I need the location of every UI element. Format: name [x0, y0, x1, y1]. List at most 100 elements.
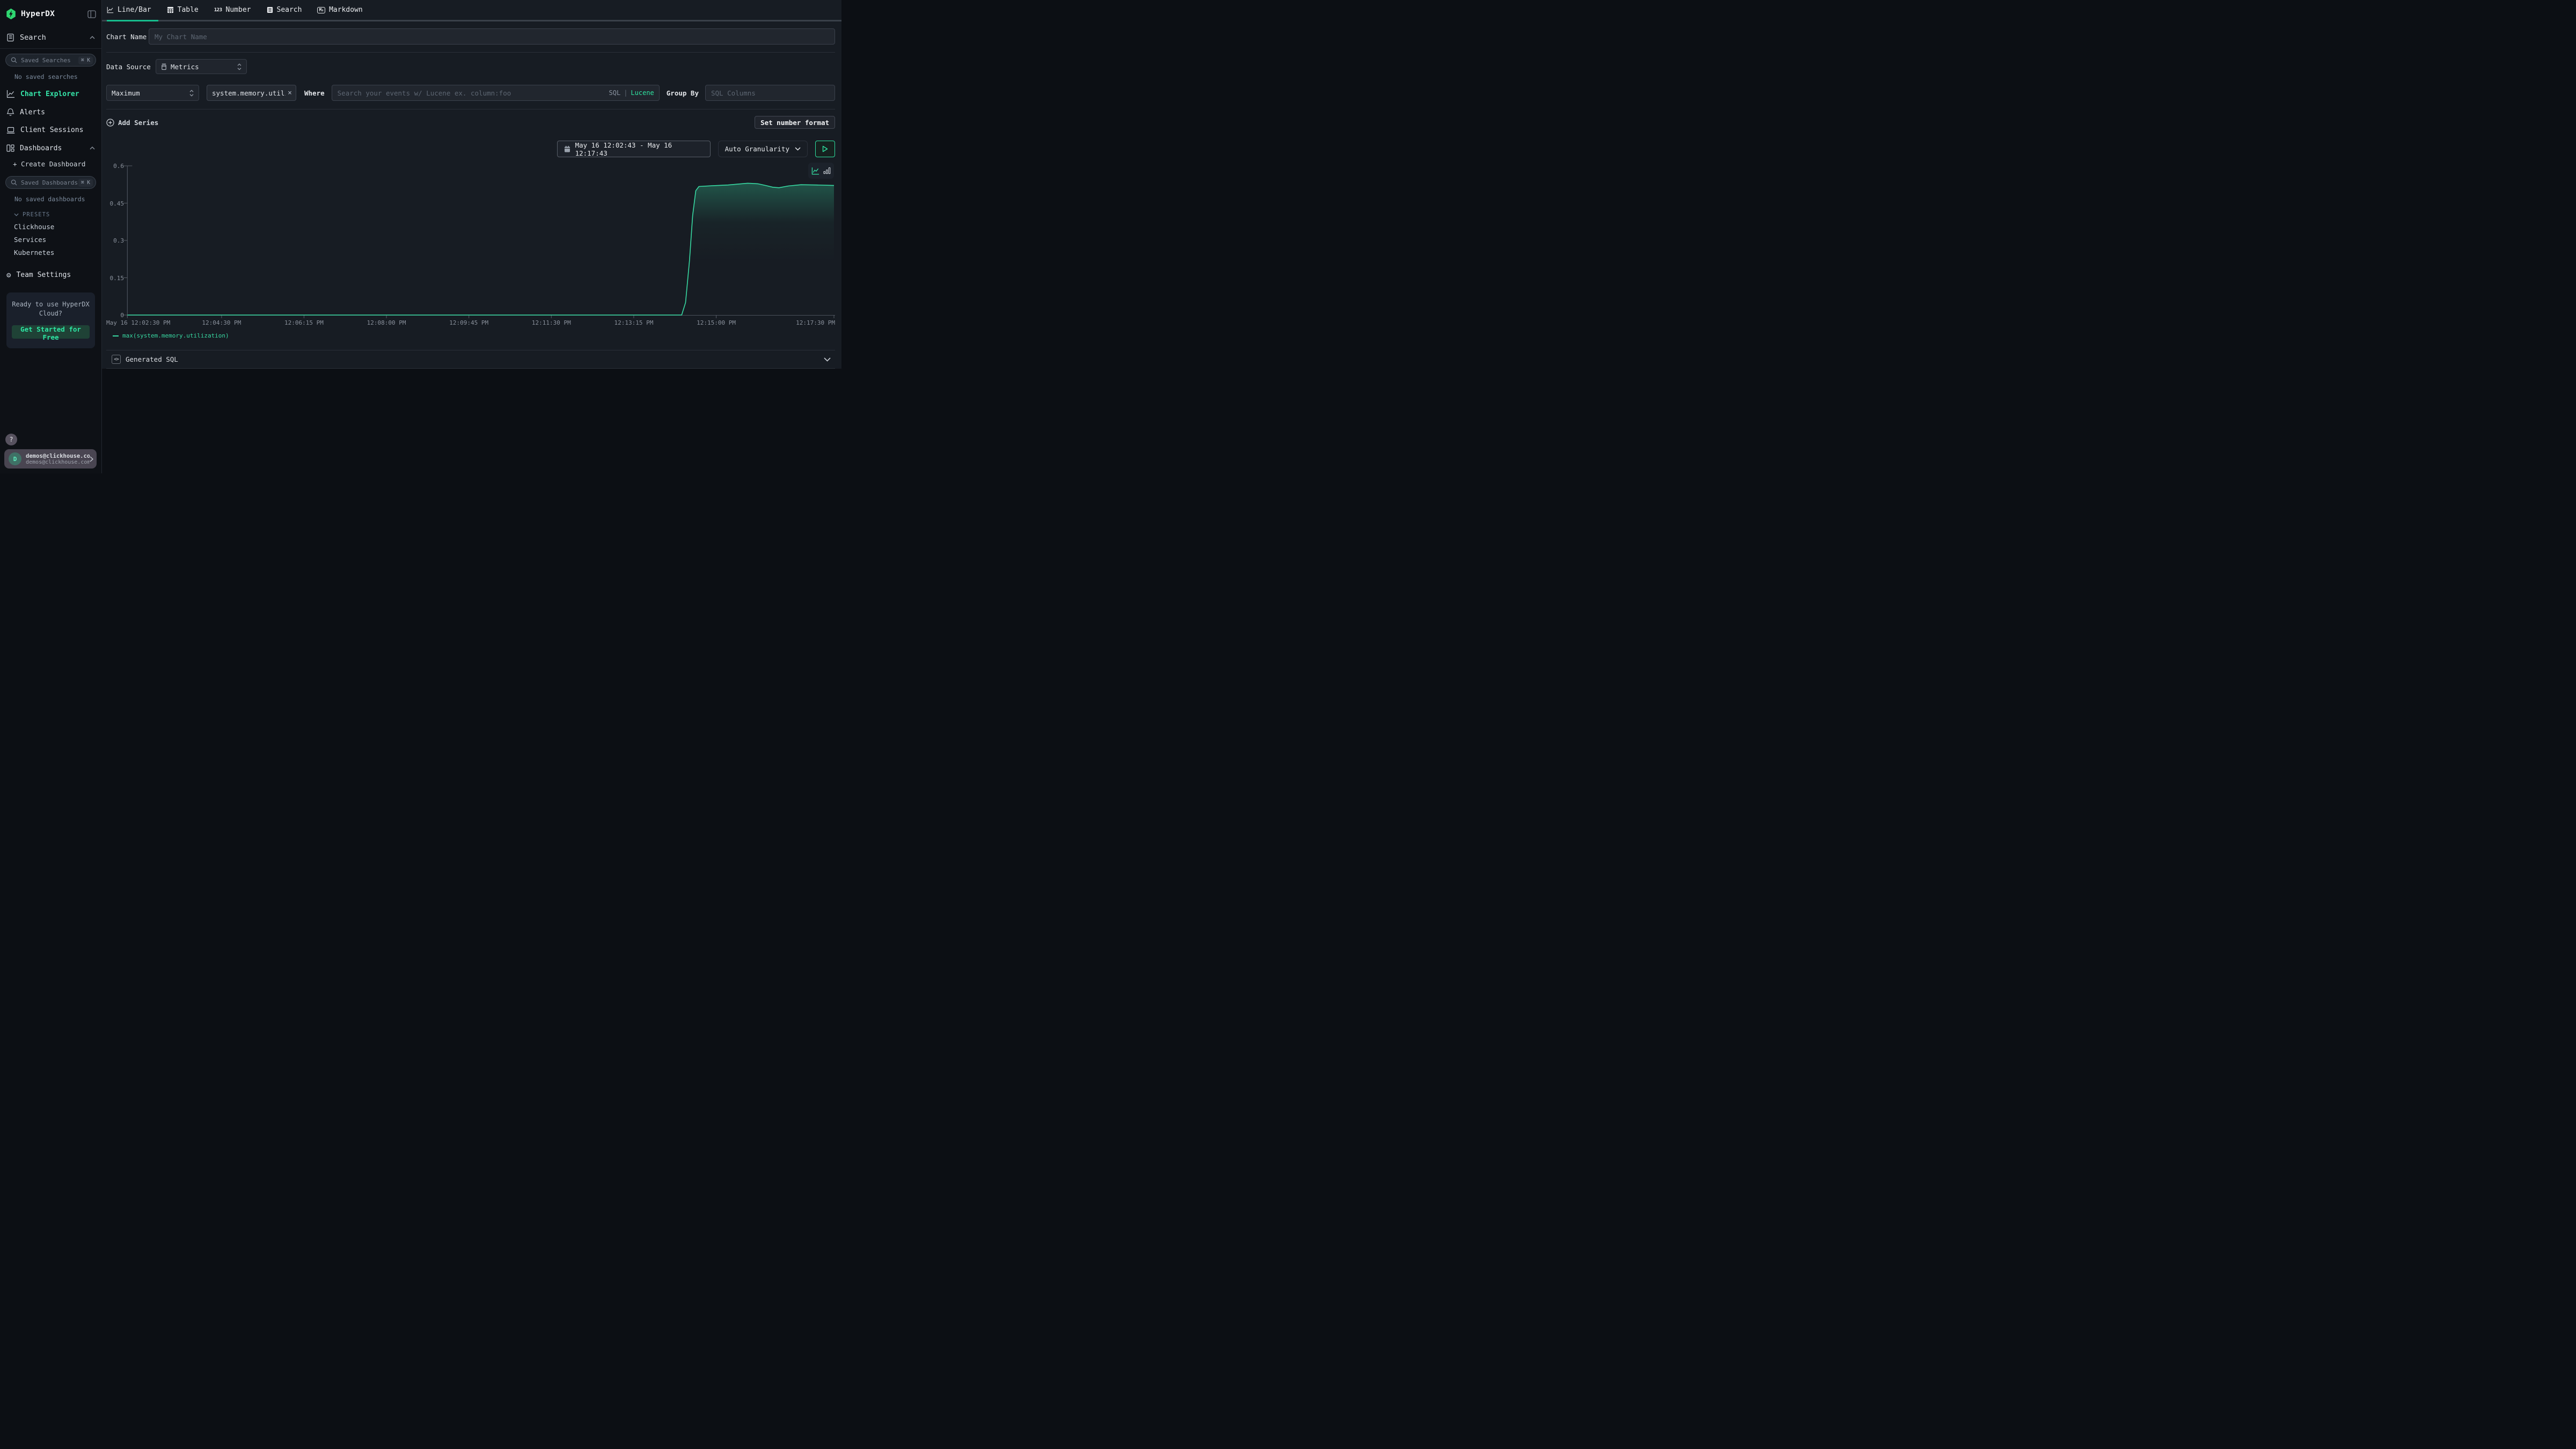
date-range-picker[interactable]: May 16 12:02:43 - May 16 12:17:43: [557, 141, 711, 157]
table-icon: [167, 6, 174, 13]
run-query-button[interactable]: [815, 141, 835, 157]
user-email: demos@clickhouse.com: [26, 453, 90, 459]
chart-name-row: Chart Name: [106, 28, 835, 45]
chart-legend: max(system.memory.utilization): [113, 332, 835, 339]
lucene-toggle[interactable]: Lucene: [631, 89, 654, 97]
legend-line-swatch: [113, 335, 119, 336]
create-dashboard-button[interactable]: + Create Dashboard: [13, 160, 101, 168]
sql-toggle[interactable]: SQL: [609, 89, 621, 97]
x-tick-label: 12:13:15 PM: [614, 319, 653, 326]
play-icon: [822, 145, 828, 152]
chart-type-toggle: [808, 163, 834, 179]
presets-label: PRESETS: [23, 211, 50, 218]
main-area: Line/Bar Table 123 Number Search: [102, 0, 841, 473]
brand-name: HyperDX: [21, 10, 55, 18]
tab-search[interactable]: Search: [267, 6, 302, 14]
promo-line2: Cloud?: [12, 309, 90, 318]
tab-markdown[interactable]: M↓ Markdown: [317, 6, 362, 14]
content-background: [102, 369, 841, 473]
sidebar-item-dashboards[interactable]: Dashboards: [0, 139, 101, 157]
sidebar-item-search[interactable]: Search: [0, 27, 101, 48]
markdown-icon: M↓: [317, 7, 325, 13]
cloud-promo-card: Ready to use HyperDX Cloud? Get Started …: [6, 292, 95, 348]
chart-plot[interactable]: 0 0.15 0.3 0.45 0.6: [106, 162, 835, 318]
chart-name-input[interactable]: [149, 28, 835, 45]
chevron-down-icon: [14, 213, 19, 216]
tab-line-bar[interactable]: Line/Bar: [107, 6, 151, 14]
query-language-toggle: SQL | Lucene: [609, 85, 654, 101]
x-axis-labels: May 16 12:02:30 PM 12:04:30 PM 12:06:15 …: [106, 319, 835, 328]
tab-underline-active: [107, 20, 158, 21]
divider: [106, 52, 835, 53]
generated-sql-toggle[interactable]: <> Generated SQL: [106, 350, 835, 369]
data-source-row: Data Source Metrics: [106, 59, 835, 74]
user-menu[interactable]: D demos@clickhouse.com demos@clickhouse.…: [4, 449, 97, 469]
x-tick-label: 12:09:45 PM: [449, 319, 488, 326]
y-tick-label: 0.6: [106, 163, 124, 170]
toggle-separator: |: [624, 89, 627, 97]
granularity-value: Auto Granularity: [725, 145, 789, 153]
avatar: D: [9, 452, 21, 465]
promo-line1: Ready to use HyperDX: [12, 300, 90, 309]
sidebar-item-alerts[interactable]: Alerts: [0, 103, 101, 121]
line-chart-toggle-icon[interactable]: [811, 167, 819, 175]
data-source-select[interactable]: Metrics: [156, 59, 247, 74]
sidebar-item-client-sessions[interactable]: Client Sessions: [0, 121, 101, 139]
group-by-label: Group By: [667, 89, 699, 97]
database-icon: [161, 63, 167, 70]
sidebar-item-team-settings[interactable]: ⚙ Team Settings: [0, 266, 101, 284]
close-icon[interactable]: ×: [288, 89, 292, 97]
x-tick-label: 12:11:30 PM: [532, 319, 571, 326]
app-root: HyperDX Search ⌘ K No saved searches: [0, 0, 841, 473]
aggregation-value: Maximum: [112, 89, 140, 97]
chevron-up-icon: [90, 147, 95, 150]
dashboard-layout-icon: [6, 144, 14, 152]
tab-label: Table: [178, 6, 199, 14]
tab-label: Number: [226, 6, 251, 14]
user-info: demos@clickhouse.com demos@clickhouse.co…: [26, 453, 90, 465]
aggregation-select[interactable]: Maximum: [106, 85, 199, 101]
shortcut-badge: ⌘ K: [78, 56, 93, 64]
add-series-button[interactable]: Add Series: [106, 119, 158, 127]
where-label: Where: [304, 89, 325, 97]
chart-controls-row: May 16 12:02:43 - May 16 12:17:43 Auto G…: [106, 141, 835, 157]
help-button[interactable]: ?: [5, 434, 17, 445]
x-tick-label: May 16 12:02:30 PM: [106, 319, 170, 326]
tab-underline-track: [102, 20, 841, 21]
y-tick-label: 0.45: [106, 200, 124, 207]
chevron-up-icon: [90, 36, 95, 39]
nav-label: Alerts: [20, 108, 45, 116]
data-source-label: Data Source: [106, 63, 156, 71]
metric-field-value: system.memory.utiliza: [212, 89, 286, 97]
granularity-select[interactable]: Auto Granularity: [718, 141, 808, 157]
tab-label: Markdown: [329, 6, 363, 14]
nav-label: Dashboards: [20, 144, 62, 152]
tab-bar: Line/Bar Table 123 Number Search: [102, 0, 841, 21]
metric-field-chip[interactable]: system.memory.utiliza ×: [207, 85, 296, 101]
get-started-button[interactable]: Get Started for Free: [12, 325, 90, 339]
tab-table[interactable]: Table: [167, 6, 199, 14]
preset-services[interactable]: Services: [14, 233, 101, 246]
chart-editor-panel: Chart Name Data Source Metrics: [102, 21, 841, 369]
saved-dashboards-input[interactable]: ⌘ K: [5, 176, 96, 189]
date-range-value: May 16 12:02:43 - May 16 12:17:43: [575, 141, 704, 157]
tab-number[interactable]: 123 Number: [214, 6, 251, 14]
saved-dashboards-field[interactable]: [21, 179, 78, 186]
set-number-format-button[interactable]: Set number format: [755, 116, 835, 129]
number-123-icon: 123: [214, 8, 222, 13]
preset-kubernetes[interactable]: Kubernetes: [14, 246, 101, 259]
laptop-icon: [6, 127, 15, 134]
gear-icon: ⚙: [6, 272, 11, 279]
sidebar-collapse-icon[interactable]: [87, 10, 96, 18]
series-area: [127, 183, 834, 315]
add-series-label: Add Series: [118, 119, 158, 127]
group-by-input[interactable]: [705, 85, 835, 101]
search-icon: [11, 57, 17, 63]
preset-clickhouse[interactable]: Clickhouse: [14, 220, 101, 233]
saved-searches-field[interactable]: [21, 57, 78, 64]
sidebar-item-chart-explorer[interactable]: Chart Explorer: [0, 85, 101, 103]
bell-icon: [6, 108, 14, 116]
presets-toggle[interactable]: PRESETS: [14, 211, 101, 218]
saved-searches-input[interactable]: ⌘ K: [5, 54, 96, 67]
bar-chart-toggle-icon[interactable]: [823, 167, 831, 174]
